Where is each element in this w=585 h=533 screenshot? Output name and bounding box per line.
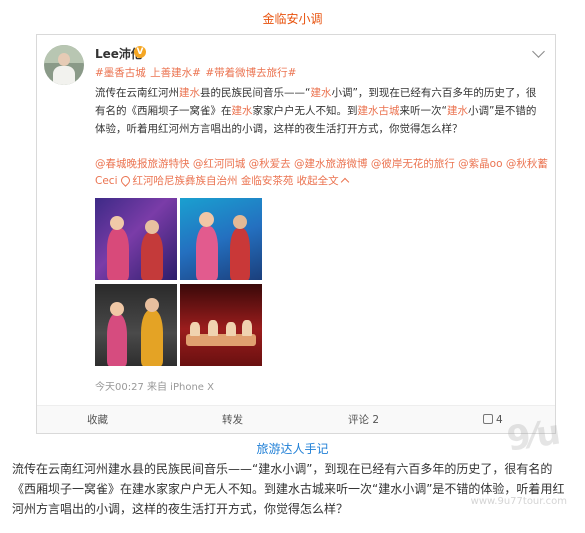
topic-tag[interactable]: #带着微博去旅行# bbox=[205, 67, 296, 79]
topic-tag[interactable]: 上善建水# bbox=[150, 67, 201, 79]
page-title: 金临安小调 bbox=[262, 12, 323, 26]
keyword-link[interactable]: 建水古城 bbox=[358, 105, 400, 117]
vip-badge-icon: V bbox=[134, 46, 146, 58]
location-pin-icon bbox=[119, 174, 133, 187]
chevron-down-icon[interactable] bbox=[532, 45, 545, 58]
post-text-segment: 流传在云南红河州 bbox=[95, 87, 179, 99]
favorite-button[interactable]: 收藏 bbox=[87, 406, 108, 434]
photo-duet-blue[interactable] bbox=[180, 198, 262, 280]
post-text-segment: 来听一次“ bbox=[399, 105, 447, 117]
post-meta: 今天00:27 来自 iPhone X bbox=[95, 382, 214, 393]
keyword-link[interactable]: 建水 bbox=[447, 105, 468, 117]
watermark-url: www.9u77tour.com bbox=[470, 496, 567, 507]
post-text: 流传在云南红河州建水县的民族民间音乐——“建水小调”，到现在已经有六百多年的历史… bbox=[95, 84, 545, 138]
mentions: @春城晚报旅游特快 @红河同城 @秋爱去 @建水旅游微博 @彼岸无花的旅行 @紫… bbox=[95, 156, 550, 190]
thumbs-up-icon bbox=[483, 414, 493, 424]
image-caption: 旅游达人手记 bbox=[256, 442, 329, 456]
photo-duet-dark[interactable] bbox=[95, 284, 177, 366]
topic-tag[interactable]: #墨香古城 bbox=[95, 67, 146, 79]
topic-tags: #墨香古城 上善建水# #带着微博去旅行# bbox=[95, 65, 297, 80]
post-text-segment: 县的民族民间音乐——“ bbox=[200, 87, 311, 99]
comment-button[interactable]: 评论 2 bbox=[348, 406, 379, 434]
keyword-link[interactable]: 建水 bbox=[179, 87, 200, 99]
like-count: 4 bbox=[496, 414, 503, 426]
collapse-link[interactable]: 收起全文 bbox=[297, 175, 339, 187]
photo-performers-stage[interactable] bbox=[95, 198, 177, 280]
location-link[interactable]: 红河哈尼族彝族自治州 金临安茶苑 bbox=[132, 175, 293, 187]
weibo-post-card: Lee沛伦 V #墨香古城 上善建水# #带着微博去旅行# 流传在云南红河州建水… bbox=[36, 34, 556, 434]
chevron-up-icon[interactable] bbox=[340, 177, 349, 187]
photo-red-stage[interactable] bbox=[180, 284, 262, 366]
avatar[interactable] bbox=[44, 45, 84, 85]
keyword-link[interactable]: 建水 bbox=[310, 87, 331, 99]
like-button[interactable]: 4 bbox=[483, 406, 503, 434]
action-bar: 收藏 转发 评论 2 4 bbox=[37, 405, 555, 433]
repost-button[interactable]: 转发 bbox=[222, 406, 243, 434]
post-text-segment: 家家户户无人不知。到 bbox=[252, 105, 358, 117]
article-paragraph: 流传在云南红河州建水县的民族民间音乐——“建水小调”，到现在已经有六百多年的历史… bbox=[12, 462, 565, 516]
keyword-link[interactable]: 建水 bbox=[232, 105, 253, 117]
